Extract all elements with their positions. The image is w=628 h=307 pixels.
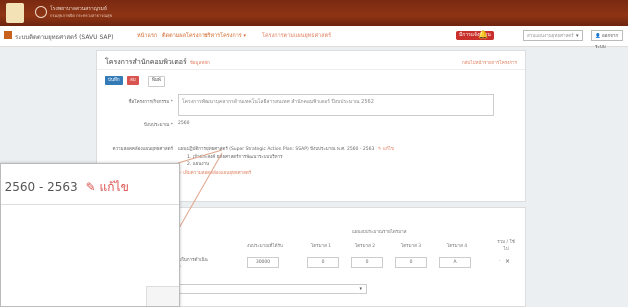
divider xyxy=(1,204,179,205)
callout-edit-label: แก้ไข xyxy=(99,180,129,194)
callout-text: . 2560 - 2563 ✎ แก้ไข xyxy=(0,178,129,197)
callout-edit-link[interactable]: ✎ แก้ไข xyxy=(86,180,129,194)
callout-footer-block xyxy=(146,286,179,306)
callout-year-range: . 2560 - 2563 xyxy=(0,180,78,194)
zoom-callout: . 2560 - 2563 ✎ แก้ไข xyxy=(0,163,180,307)
